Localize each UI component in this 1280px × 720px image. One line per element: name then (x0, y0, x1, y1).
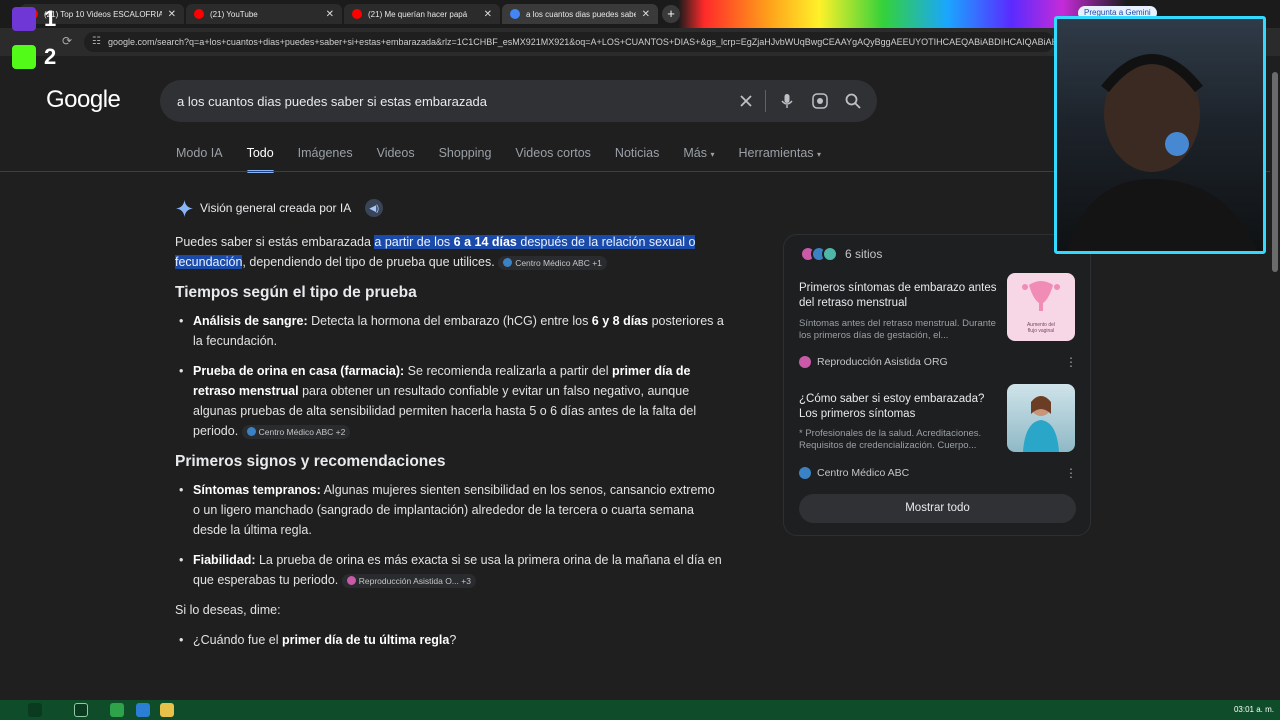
overlay-badge-2: 2 (12, 44, 56, 70)
twitch-icon (12, 7, 36, 31)
citation-chip[interactable]: Centro Médico ABC +2 (241, 424, 351, 439)
sites-count[interactable]: 6 sitios (800, 246, 882, 262)
chevron-down-icon: ▾ (710, 150, 715, 159)
browser-tab-4-active[interactable]: a los cuantos dias puedes sabe ✕ (502, 4, 658, 24)
list-item: Síntomas tempranos: Algunas mujeres sien… (179, 480, 725, 540)
search-box[interactable] (160, 80, 877, 122)
more-options-icon[interactable]: ⋮ (1065, 355, 1077, 369)
person-icon (1023, 396, 1059, 452)
list-item: Fiabilidad: La prueba de orina es más ex… (179, 550, 725, 590)
reload-icon[interactable]: ⟳ (62, 34, 72, 48)
tab-imagenes[interactable]: Imágenes (298, 146, 353, 160)
taskbar: 03:01 a. m. (0, 700, 1280, 720)
sparkle-icon (176, 199, 193, 217)
page-scrollbar[interactable] (1270, 60, 1280, 700)
browser-tab-2[interactable]: (21) YouTube ✕ (186, 4, 342, 24)
uterus-thumbnail: Aumento del flujo vaginal (1007, 273, 1075, 341)
speaker-icon[interactable]: ◀) (365, 199, 384, 217)
ai-overview-header: Visión general creada por IA ◀) (176, 199, 384, 217)
sources-panel: 6 sitios Primeros síntomas de embarazo a… (783, 234, 1091, 536)
source-label: Reproducción Asistida ORG (799, 356, 948, 368)
tab-shopping[interactable]: Shopping (439, 146, 492, 160)
taskbar-clock: 03:01 a. m. (1233, 705, 1274, 714)
close-tab-icon[interactable]: ✕ (484, 9, 492, 20)
citation-chip[interactable]: Reproducción Asistida O... +3 (341, 573, 476, 588)
webcam-overlay (1054, 16, 1266, 254)
list-item: Prueba de orina en casa (farmacia): Se r… (179, 361, 725, 441)
ai-intro: Puedes saber si estás embarazada a parti… (175, 235, 696, 270)
clear-icon[interactable] (737, 92, 755, 110)
search-divider (765, 90, 766, 112)
uterus-icon (1022, 281, 1060, 311)
kick-icon (12, 45, 36, 69)
source-icon (346, 576, 356, 586)
google-icon (510, 9, 520, 19)
streamer-silhouette (1067, 54, 1257, 251)
search-taskbar-icon[interactable] (28, 703, 42, 717)
list-item: ¿Cuándo fue el primer día de tu última r… (179, 630, 725, 650)
close-tab-icon[interactable]: ✕ (326, 9, 334, 20)
new-tab-button[interactable]: + (662, 5, 680, 23)
site-info-icon[interactable]: ☷ (92, 32, 101, 52)
tab-modo-ia[interactable]: Modo IA (176, 146, 223, 160)
search-tabs: Modo IA Todo Imágenes Videos Shopping Vi… (176, 146, 845, 173)
more-options-icon[interactable]: ⋮ (1065, 466, 1077, 480)
bullet-list: Análisis de sangre: Detecta la hormona d… (175, 311, 725, 441)
source-icon (799, 356, 811, 368)
woman-thumbnail (1007, 384, 1075, 452)
list-item: Análisis de sangre: Detecta la hormona d… (179, 311, 725, 351)
section-heading: Primeros signos y recomendaciones (175, 453, 446, 470)
source-favicons (800, 246, 838, 262)
show-all-button[interactable]: Mostrar todo (799, 494, 1076, 523)
search-input[interactable] (177, 80, 717, 122)
overlay-badge-1: 1 (12, 6, 56, 32)
follow-up-prompt: Si lo deseas, dime: (175, 603, 281, 617)
source-icon (799, 467, 811, 479)
tab-mas[interactable]: Más ▾ (683, 146, 714, 160)
task-view-icon[interactable] (74, 703, 88, 717)
lens-icon[interactable] (811, 92, 829, 110)
citation-chip[interactable]: Centro Médico ABC +1 (498, 255, 607, 270)
youtube-icon (194, 9, 204, 19)
google-logo[interactable]: Google (46, 86, 121, 114)
close-tab-icon[interactable]: ✕ (642, 9, 650, 20)
tab-todo[interactable]: Todo (246, 146, 274, 173)
tab-noticias[interactable]: Noticias (615, 146, 659, 160)
tab-videos-cortos[interactable]: Videos cortos (515, 146, 591, 160)
chrome-icon[interactable] (110, 703, 124, 717)
source-label: Centro Médico ABC (799, 467, 909, 479)
tab-videos[interactable]: Videos (377, 146, 415, 160)
tab-herramientas[interactable]: Herramientas ▾ (739, 146, 822, 160)
folder-icon[interactable] (160, 703, 174, 717)
url-field[interactable]: ☷ google.com/search?q=a+los+cuantos+dias… (84, 32, 1054, 52)
app-icon[interactable] (136, 703, 150, 717)
youtube-icon (352, 9, 362, 19)
chevron-down-icon: ▾ (817, 150, 822, 159)
search-icon[interactable] (844, 92, 862, 110)
ai-overview-body: Puedes saber si estás embarazada a parti… (175, 232, 725, 660)
mic-icon[interactable] (778, 92, 796, 110)
browser-tab-3[interactable]: (21) Me querían hacer papá ✕ (344, 4, 500, 24)
source-icon (246, 427, 256, 437)
bullet-list: Síntomas tempranos: Algunas mujeres sien… (175, 480, 725, 590)
section-heading: Tiempos según el tipo de prueba (175, 284, 417, 301)
scrollbar-thumb[interactable] (1272, 72, 1278, 272)
close-tab-icon[interactable]: ✕ (168, 9, 176, 20)
source-icon (503, 258, 513, 268)
bullet-list: ¿Cuándo fue el primer día de tu última r… (175, 630, 725, 650)
